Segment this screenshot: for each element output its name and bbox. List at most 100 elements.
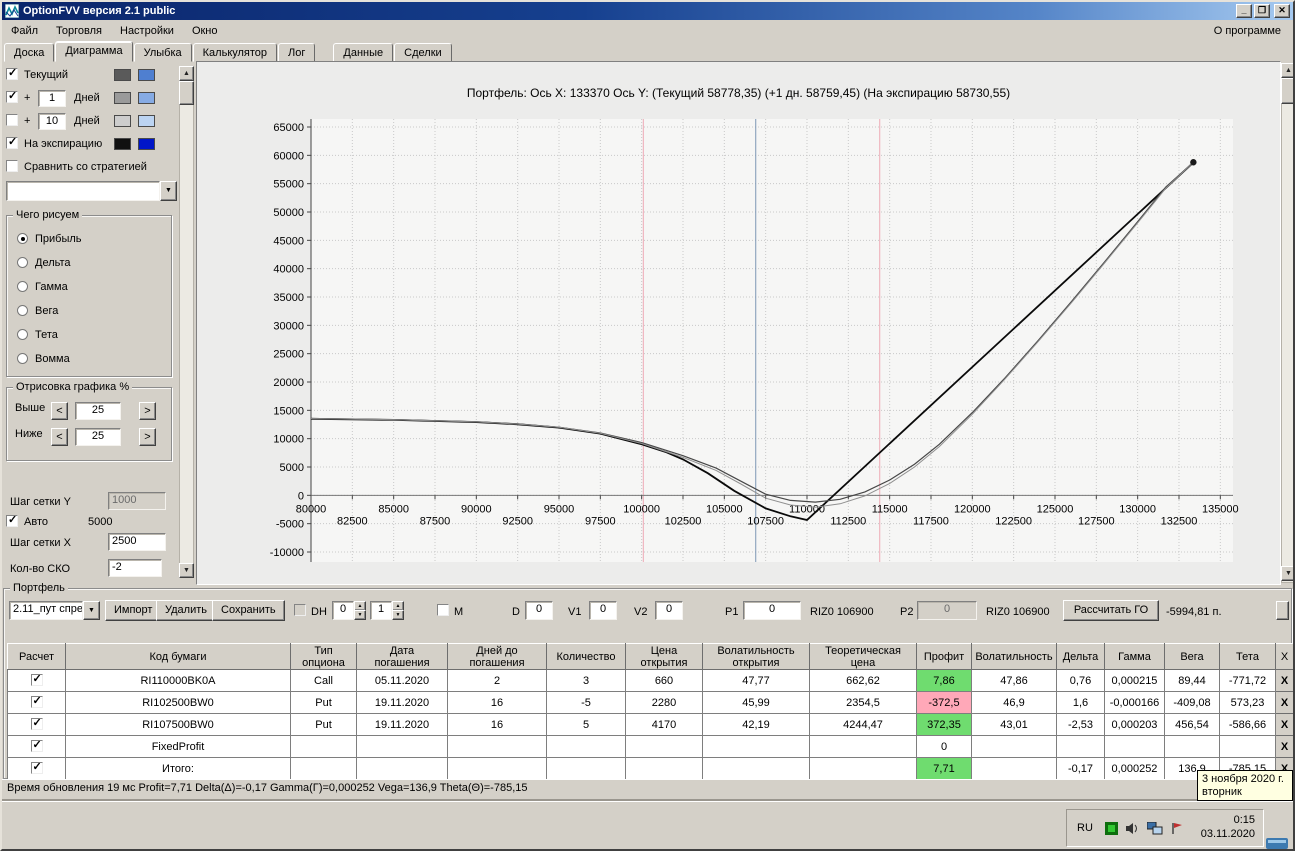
sidebar-scroll-up-icon[interactable]: ▲ xyxy=(179,66,194,81)
close-button[interactable]: ✕ xyxy=(1274,4,1290,18)
range-dec-button-0[interactable]: < xyxy=(51,402,68,420)
dh-spinner-1[interactable]: 0 ▲ ▼ xyxy=(332,601,366,620)
draw-option-Вега[interactable]: Вега xyxy=(7,304,171,326)
row-calc-cell-4[interactable] xyxy=(7,757,66,780)
range-inc-button-1[interactable]: > xyxy=(139,428,156,446)
row-calc-cell-2[interactable] xyxy=(7,713,66,736)
payoff-chart[interactable]: 6500060000550005000045000400003500030000… xyxy=(197,62,1280,582)
strategy-combo-arrow-icon[interactable]: ▼ xyxy=(160,181,177,201)
dh-spinner-2[interactable]: 1 ▲ ▼ xyxy=(370,601,404,620)
chart-scrollbar[interactable] xyxy=(1281,63,1295,583)
sidebar-scrollbar[interactable] xyxy=(179,66,194,578)
draw-option-Прибыль[interactable]: Прибыль xyxy=(7,232,171,254)
tab-Лог[interactable]: Лог xyxy=(278,43,316,62)
d-input[interactable]: 0 xyxy=(525,601,553,620)
maximize-button[interactable]: ❐ xyxy=(1254,4,1270,18)
col-header-4[interactable]: Дней до погашения xyxy=(447,643,547,670)
col-header-5[interactable]: Количество xyxy=(546,643,626,670)
sidebar-scroll-thumb[interactable] xyxy=(179,81,194,105)
tab-Доска[interactable]: Доска xyxy=(4,43,55,62)
m-checkbox[interactable] xyxy=(437,604,449,616)
chart-scroll-up-icon[interactable]: ▲ xyxy=(1281,63,1295,78)
keyboard-language-indicator[interactable]: RU xyxy=(1077,822,1093,834)
tab-Данные[interactable]: Данные xyxy=(333,43,394,62)
col-header-14[interactable]: Тета xyxy=(1219,643,1276,670)
v1-input[interactable]: 0 xyxy=(589,601,617,620)
calc-go-button[interactable]: Рассчитать ГО xyxy=(1063,600,1159,621)
row-checkbox-4[interactable] xyxy=(30,760,43,774)
row-calc-cell-0[interactable] xyxy=(7,669,66,692)
menu-window[interactable]: Окно xyxy=(183,21,227,41)
tray-corner-icon[interactable] xyxy=(1266,838,1288,849)
row-delete-button-0[interactable]: Х xyxy=(1275,669,1294,692)
line-checkbox-2[interactable] xyxy=(6,114,18,126)
col-header-12[interactable]: Гамма xyxy=(1104,643,1165,670)
line-checkbox-3[interactable] xyxy=(6,135,18,149)
network-icon[interactable] xyxy=(1147,822,1163,835)
draw-option-Вомма[interactable]: Вомма xyxy=(7,352,171,374)
led-tray-icon[interactable] xyxy=(1105,822,1118,835)
range-inc-button-0[interactable]: > xyxy=(139,402,156,420)
chart-scroll-down-icon[interactable]: ▼ xyxy=(1281,566,1295,581)
col-header-10[interactable]: Волатильность xyxy=(971,643,1057,670)
radio-Вега[interactable] xyxy=(17,305,28,316)
sidebar-scroll-down-icon[interactable]: ▼ xyxy=(179,563,194,578)
col-header-11[interactable]: Дельта xyxy=(1056,643,1105,670)
clock-time[interactable]: 0:15 xyxy=(1189,814,1255,826)
draw-option-Тета[interactable]: Тета xyxy=(7,328,171,350)
radio-Гамма[interactable] xyxy=(17,281,28,292)
draw-option-Гамма[interactable]: Гамма xyxy=(7,280,171,302)
menu-file[interactable]: Файл xyxy=(2,21,47,41)
col-header-15[interactable]: Х xyxy=(1275,643,1294,670)
radio-Тета[interactable] xyxy=(17,329,28,340)
col-header-2[interactable]: Тип опциона xyxy=(290,643,357,670)
row-delete-button-2[interactable]: Х xyxy=(1275,713,1294,736)
col-header-7[interactable]: Волатильность открытия xyxy=(702,643,810,670)
col-header-1[interactable]: Код бумаги xyxy=(65,643,291,670)
dh-spinner-2-value[interactable]: 1 xyxy=(370,601,392,620)
menu-settings[interactable]: Настройки xyxy=(111,21,183,41)
auto-checkbox[interactable] xyxy=(6,513,18,527)
tab-Сделки[interactable]: Сделки xyxy=(394,43,452,62)
row-checkbox-0[interactable] xyxy=(30,672,43,686)
col-header-9[interactable]: Профит xyxy=(916,643,972,670)
col-header-0[interactable]: Расчет xyxy=(7,643,66,670)
row-checkbox-1[interactable] xyxy=(30,694,43,708)
grid-y-input[interactable]: 1000 xyxy=(108,492,166,510)
col-header-13[interactable]: Вега xyxy=(1164,643,1220,670)
v2-input[interactable]: 0 xyxy=(655,601,683,620)
tab-Улыбка[interactable]: Улыбка xyxy=(133,43,192,62)
portfolio-combo[interactable]: 2.11_пут спре xyxy=(9,601,83,620)
volume-icon[interactable] xyxy=(1125,822,1139,835)
row-calc-cell-1[interactable] xyxy=(7,691,66,714)
line-days-input-2[interactable]: 10 xyxy=(38,113,66,130)
p1-input[interactable]: 0 xyxy=(743,601,801,620)
row-checkbox-2[interactable] xyxy=(30,716,43,730)
title-bar[interactable]: OptionFVV версия 2.1 public _ ❐ ✕ xyxy=(2,2,1293,20)
taskbar[interactable]: RU 0:15 03.11.2020 xyxy=(0,801,1295,851)
import-button[interactable]: Импорт xyxy=(105,600,162,621)
col-header-6[interactable]: Цена открытия xyxy=(625,643,703,670)
range-input-0[interactable]: 25 xyxy=(75,402,121,420)
tab-Диаграмма[interactable]: Диаграмма xyxy=(55,41,133,62)
col-header-3[interactable]: Дата погашения xyxy=(356,643,448,670)
portfolio-combo-arrow-icon[interactable]: ▼ xyxy=(83,601,100,620)
range-input-1[interactable]: 25 xyxy=(75,428,121,446)
row-delete-button-1[interactable]: Х xyxy=(1275,691,1294,714)
radio-Вомма[interactable] xyxy=(17,353,28,364)
delete-button[interactable]: Удалить xyxy=(156,600,216,621)
strategy-combo[interactable] xyxy=(6,181,160,201)
line-checkbox-1[interactable] xyxy=(6,89,18,103)
row-checkbox-3[interactable] xyxy=(30,738,43,752)
dh-checkbox[interactable] xyxy=(294,604,306,616)
chart-scroll-thumb[interactable] xyxy=(1281,78,1295,104)
p2-input[interactable]: 0 xyxy=(917,601,977,620)
menu-trade[interactable]: Торговля xyxy=(47,21,111,41)
dh-spinner-1-value[interactable]: 0 xyxy=(332,601,354,620)
clock-date[interactable]: 03.11.2020 xyxy=(1189,828,1255,840)
menu-about[interactable]: О программе xyxy=(1214,25,1293,37)
toolbar-more-button[interactable] xyxy=(1276,601,1289,620)
row-calc-cell-3[interactable] xyxy=(7,735,66,758)
line-days-input-1[interactable]: 1 xyxy=(38,90,66,107)
line-checkbox-0[interactable] xyxy=(6,66,18,80)
